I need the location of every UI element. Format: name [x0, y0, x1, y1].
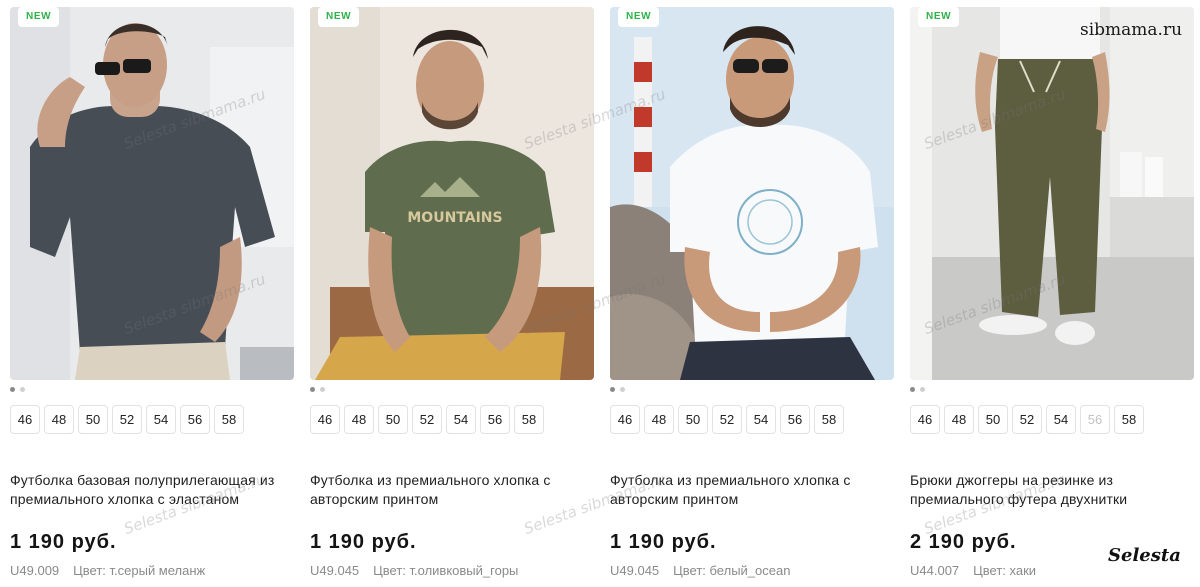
product-meta: U49.045 Цвет: т.оливковый_горы [310, 563, 518, 578]
size-option[interactable]: 56 [180, 405, 210, 434]
size-option[interactable]: 50 [378, 405, 408, 434]
size-option[interactable]: 58 [214, 405, 244, 434]
size-option[interactable]: 58 [814, 405, 844, 434]
size-option[interactable]: 48 [44, 405, 74, 434]
product-title[interactable]: Футболка базовая полуприлегающая из прем… [10, 471, 300, 509]
badge-new: NEW [318, 7, 360, 27]
product-title-line: авторским принтом [310, 491, 439, 507]
product-photo-khaki-joggers [910, 7, 1194, 380]
carousel-dot-active[interactable] [910, 387, 915, 392]
size-option[interactable]: 50 [678, 405, 708, 434]
product-price: 1 190 руб. [610, 531, 717, 553]
carousel-dot[interactable] [620, 387, 625, 392]
size-option[interactable]: 48 [644, 405, 674, 434]
size-selector: 46 48 50 52 54 56 58 [310, 405, 544, 434]
size-option[interactable]: 54 [146, 405, 176, 434]
product-meta: U49.045 Цвет: белый_ocean [610, 563, 790, 578]
size-option-unavailable: 56 [1080, 405, 1110, 434]
product-photo-white-tshirt [610, 7, 894, 380]
product-title-line: премиального хлопка с эластаном [10, 491, 240, 507]
size-option[interactable]: 58 [514, 405, 544, 434]
product-card[interactable]: NEW 46 48 50 52 54 56 58 Футболка базова… [10, 0, 294, 587]
product-title-line: Футболка из премиального хлопка с [610, 472, 851, 488]
watermark-selesta: Selesta [1108, 545, 1181, 566]
size-option[interactable]: 54 [746, 405, 776, 434]
size-option[interactable]: 52 [712, 405, 742, 434]
badge-new: NEW [918, 7, 960, 27]
product-sku: U44.007 [910, 563, 960, 578]
size-option[interactable]: 54 [1046, 405, 1076, 434]
print-graphic: MOUNTAINS [407, 210, 502, 226]
product-sku: U49.045 [310, 563, 360, 578]
size-option[interactable]: 50 [978, 405, 1008, 434]
carousel-dot[interactable] [320, 387, 325, 392]
size-option[interactable]: 48 [944, 405, 974, 434]
product-sku: U49.009 [10, 563, 60, 578]
product-title-line: Футболка базовая полуприлегающая из [10, 472, 275, 488]
size-option[interactable]: 46 [610, 405, 640, 434]
carousel-dot[interactable] [920, 387, 925, 392]
size-option[interactable]: 58 [1114, 405, 1144, 434]
carousel-dots[interactable] [10, 387, 25, 393]
carousel-dots[interactable] [310, 387, 325, 393]
size-option[interactable]: 52 [1012, 405, 1042, 434]
size-option[interactable]: 52 [112, 405, 142, 434]
product-title[interactable]: Футболка из премиального хлопка с авторс… [610, 471, 900, 509]
carousel-dots[interactable] [610, 387, 625, 393]
carousel-dots[interactable] [910, 387, 925, 393]
badge-new: NEW [618, 7, 660, 27]
size-option[interactable]: 52 [412, 405, 442, 434]
product-price: 1 190 руб. [10, 531, 117, 553]
product-title-line: Брюки джоггеры на резинке из [910, 472, 1114, 488]
product-title[interactable]: Футболка из премиального хлопка с авторс… [310, 471, 600, 509]
carousel-dot-active[interactable] [10, 387, 15, 392]
product-card[interactable]: MOUNTAINS NEW 46 48 50 52 54 56 58 Футбо… [310, 0, 594, 587]
product-price: 1 190 руб. [310, 531, 417, 553]
product-title[interactable]: Брюки джоггеры на резинке из премиальног… [910, 471, 1200, 509]
size-option[interactable]: 50 [78, 405, 108, 434]
product-photo[interactable] [10, 7, 294, 380]
product-price: 2 190 руб. [910, 531, 1017, 553]
product-photo-grey-tshirt [10, 7, 294, 380]
product-title-line: авторским принтом [610, 491, 739, 507]
carousel-dot-active[interactable] [610, 387, 615, 392]
size-option[interactable]: 54 [446, 405, 476, 434]
product-sku: U49.045 [610, 563, 660, 578]
badge-new: NEW [18, 7, 60, 27]
product-color: Цвет: белый_ocean [673, 563, 791, 578]
product-title-line: премиального футера двухнитки [910, 491, 1128, 507]
size-option[interactable]: 56 [780, 405, 810, 434]
carousel-dot[interactable] [20, 387, 25, 392]
product-card[interactable]: NEW 46 48 50 52 54 56 58 Брюки джоггеры … [910, 0, 1194, 587]
size-selector: 46 48 50 52 54 56 58 [10, 405, 244, 434]
product-color: Цвет: хаки [973, 563, 1037, 578]
product-photo-olive-tshirt: MOUNTAINS [310, 7, 594, 380]
product-color: Цвет: т.серый меланж [73, 563, 206, 578]
product-title-line: Футболка из премиального хлопка с [310, 472, 551, 488]
product-photo[interactable] [610, 7, 894, 380]
watermark-sibmama: sibmama.ru [1080, 20, 1183, 40]
product-meta: U49.009 Цвет: т.серый меланж [10, 563, 205, 578]
product-photo[interactable] [910, 7, 1194, 380]
product-photo[interactable]: MOUNTAINS [310, 7, 594, 380]
product-meta: U44.007 Цвет: хаки [910, 563, 1036, 578]
carousel-dot-active[interactable] [310, 387, 315, 392]
size-selector: 46 48 50 52 54 56 58 [610, 405, 844, 434]
size-option[interactable]: 46 [310, 405, 340, 434]
product-card[interactable]: NEW 46 48 50 52 54 56 58 Футболка из пре… [610, 0, 894, 587]
product-grid: NEW 46 48 50 52 54 56 58 Футболка базова… [0, 0, 1200, 587]
size-option[interactable]: 56 [480, 405, 510, 434]
size-option[interactable]: 46 [10, 405, 40, 434]
size-option[interactable]: 48 [344, 405, 374, 434]
product-color: Цвет: т.оливковый_горы [373, 563, 519, 578]
size-option[interactable]: 46 [910, 405, 940, 434]
size-selector: 46 48 50 52 54 56 58 [910, 405, 1144, 434]
